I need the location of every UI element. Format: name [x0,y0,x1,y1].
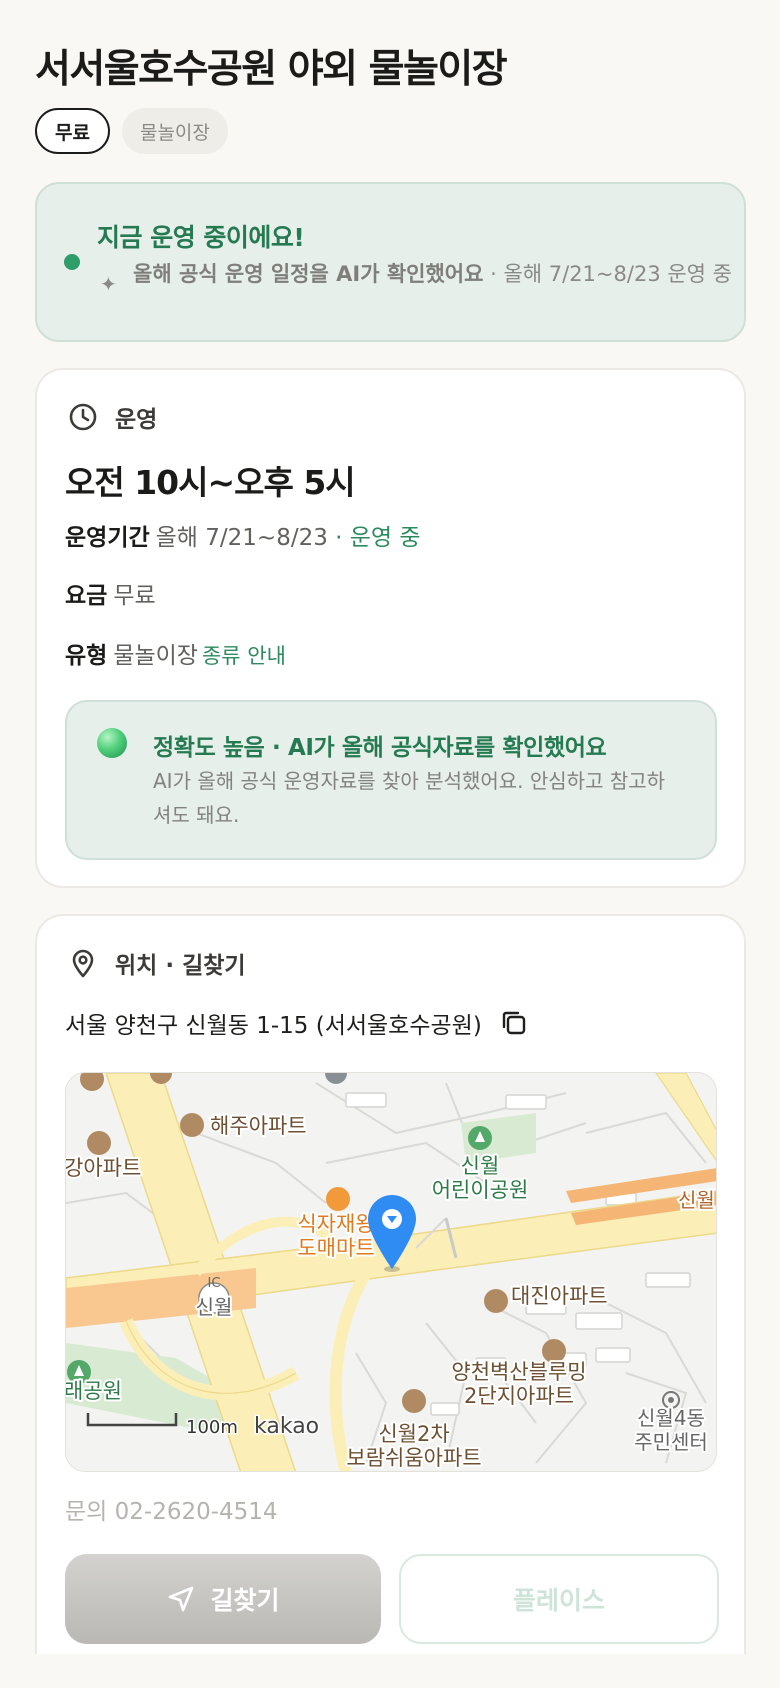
map-label-mart-2: 도매마트 [297,1236,374,1260]
map-label-center-2: 주민센터 [634,1430,708,1454]
address-row: 서울 양천구 신월동 1-15 (서서울호수공원) [65,1006,528,1040]
sparkle-icon: ✦ [100,272,117,296]
accuracy-description: AI가 올해 공식 운영자료를 찾아 분석했어요. 안심하고 참고하셔도 돼요. [153,769,666,827]
status-dot [64,254,80,270]
map-label-sinwol2-1: 신월2차 [378,1422,449,1446]
type-row: 유형 물놀이장 종류 안내 [65,636,286,670]
map-label-sinwol2-2: 보람쉬움아파트 [346,1446,481,1470]
route-button[interactable]: 길찾기 [65,1554,381,1644]
page-title: 서서울호수공원 야외 물놀이장 [35,47,508,92]
period-value: 올해 7/21~8/23 [155,525,328,551]
tag-chips: 무료 물놀이장 [35,108,228,154]
operation-card: 운영 오전 10시~오후 5시 운영기간 올해 7/21~8/23 · 운영 중 … [35,368,746,888]
map-label-daejin: 대진아파트 [511,1284,608,1308]
map-label-center-1: 신월4동 [637,1406,705,1430]
map-label-gang: 강아파트 [66,1156,141,1180]
type-info-link[interactable]: 종류 안내 [202,644,286,668]
status-detail: · 올해 7/21~8/23 운영 중 [483,262,732,286]
map-label-mart-1: 식자재왕 [297,1212,374,1236]
map-scale-label: 100m [186,1417,238,1438]
location-pin-icon [72,949,94,978]
location-card: 위치 · 길찾기 서울 양천구 신월동 1-15 (서서울호수공원) 해주아파트… [35,914,746,1654]
place-button-label: 플레이스 [512,1586,605,1615]
clock-icon [69,403,97,431]
map-brand-logo: kakao [254,1414,319,1439]
chip-free[interactable]: 무료 [35,108,110,154]
map-label-park-left: 래공원 [66,1379,122,1403]
map-label-road: 신월 [678,1188,715,1212]
status-title: 지금 운영 중이에요! [97,223,305,252]
chip-category[interactable]: 물놀이장 [121,108,228,154]
period-row: 운영기간 올해 7/21~8/23 · 운영 중 [65,518,421,552]
phone-inquiry[interactable]: 문의 02-2620-4514 [65,1492,278,1526]
fee-row: 요금 무료 [65,576,156,610]
period-status: · 운영 중 [327,525,421,551]
accuracy-box: 정확도 높음 · AI가 올해 공식자료를 확인했어요 AI가 올해 공식 운영… [65,700,717,860]
period-label: 운영기간 [65,525,150,551]
status-ai-note: 올해 공식 운영 일정을 AI가 확인했어요 [133,262,484,286]
address-text: 서울 양천구 신월동 1-15 (서서울호수공원) [65,1013,482,1039]
map-ic-badge: IC [208,1276,221,1291]
map-label-blooming-2: 2단지아파트 [464,1384,574,1408]
fee-value: 무료 [113,583,156,609]
accuracy-title: 정확도 높음 · AI가 올해 공식자료를 확인했어요 [153,735,607,761]
location-header: 위치 · 길찾기 [67,946,246,980]
status-banner: 지금 운영 중이에요! ✦ 올해 공식 운영 일정을 AI가 확인했어요 · 올… [35,182,746,342]
operation-header: 운영 [67,400,157,434]
route-button-label: 길찾기 [210,1586,280,1615]
map-label-haeju: 해주아파트 [210,1114,307,1138]
map-label-park-1: 신월 [461,1154,500,1178]
operating-hours: 오전 10시~오후 5시 [65,463,356,502]
accuracy-orb-icon [97,728,127,758]
map-label-ic-name: 신월 [196,1295,233,1319]
navigation-arrow-icon [169,1586,194,1612]
type-value: 물놀이장 [113,643,198,669]
map-canvas[interactable]: 해주아파트 강아파트 대진아파트 양천벽산블루밍 2단지아파트 신월2차 보람쉬… [66,1073,717,1472]
copy-icon[interactable] [500,1009,528,1037]
map-label-park-2: 어린이공원 [432,1178,529,1202]
place-button[interactable]: 플레이스 [399,1554,719,1644]
map-label-blooming-1: 양천벽산블루밍 [451,1360,586,1384]
fee-label: 요금 [65,583,108,609]
map-view[interactable]: 해주아파트 강아파트 대진아파트 양천벽산블루밍 2단지아파트 신월2차 보람쉬… [65,1072,717,1472]
type-label: 유형 [65,643,108,669]
operation-section-title: 운영 [115,407,158,433]
location-section-title: 위치 · 길찾기 [115,953,246,979]
status-description: 올해 공식 운영 일정을 AI가 확인했어요 · 올해 7/21~8/23 운영… [133,260,733,289]
